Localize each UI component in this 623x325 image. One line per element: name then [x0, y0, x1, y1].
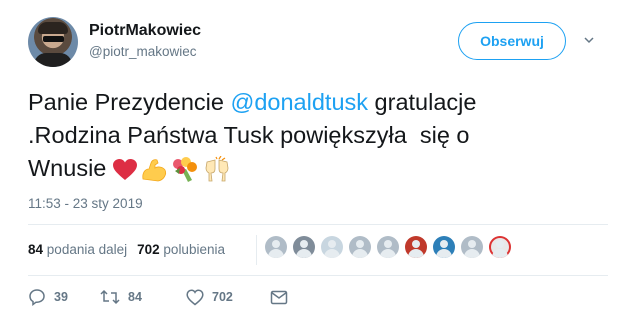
- like-count: 702: [212, 290, 233, 304]
- likers-avatar-list: [265, 236, 511, 258]
- tweet-line-1-suffix: gratulacje: [368, 89, 477, 115]
- tweet-text: Panie Prezydencie @donaldtusk gratulacje…: [28, 86, 618, 185]
- retweets-count: 84: [28, 242, 44, 257]
- tweet-line-3: Wnusie: [28, 152, 618, 185]
- clinking-glasses-icon: [205, 155, 229, 182]
- liker-avatar[interactable]: [461, 236, 483, 258]
- liker-avatar[interactable]: [321, 236, 343, 258]
- likes-label: polubienia: [163, 242, 225, 257]
- retweets-stat[interactable]: 84 podania dalej: [28, 242, 127, 257]
- retweet-count: 84: [128, 290, 142, 304]
- author-handle[interactable]: @piotr_makowiec: [89, 44, 197, 59]
- tweet-line-2: .Rodzina Państwa Tusk powiększyła się o: [28, 122, 470, 148]
- retweet-action[interactable]: 84: [100, 288, 186, 306]
- retweets-label: podania dalej: [46, 242, 128, 257]
- liker-avatar[interactable]: [349, 236, 371, 258]
- reply-count: 39: [54, 290, 68, 304]
- flexed-biceps-icon: [142, 159, 167, 182]
- liker-avatar[interactable]: [489, 236, 511, 258]
- reply-icon: [29, 289, 45, 306]
- bouquet-icon: [173, 156, 198, 182]
- reply-action[interactable]: 39: [28, 288, 100, 306]
- liker-avatar[interactable]: [293, 236, 315, 258]
- avatar-shirt: [34, 53, 72, 67]
- tweet-line-1: Panie Prezydencie @donaldtusk gratulacje: [28, 86, 618, 119]
- chevron-down-icon[interactable]: [584, 35, 594, 45]
- stats-separator: [256, 235, 257, 265]
- author-avatar[interactable]: [28, 17, 78, 67]
- heart-icon: [113, 158, 138, 180]
- divider-bottom: [28, 275, 608, 276]
- retweet-icon: [100, 289, 120, 305]
- direct-message-action[interactable]: [270, 290, 288, 305]
- engagement-stats: 84 podania dalej 702 polubienia: [28, 242, 225, 257]
- liker-avatar[interactable]: [265, 236, 287, 258]
- tweet-line-1-prefix: Panie Prezydencie: [28, 89, 231, 115]
- liker-avatar[interactable]: [377, 236, 399, 258]
- mention-link[interactable]: @donaldtusk: [230, 89, 368, 115]
- like-action[interactable]: 702: [186, 288, 270, 306]
- liker-avatar[interactable]: [405, 236, 427, 258]
- tweet-line-3-text: Wnusie: [28, 155, 107, 181]
- envelope-icon: [270, 290, 288, 304]
- divider-top: [28, 224, 608, 225]
- avatar-hair: [38, 22, 68, 34]
- likes-count: 702: [137, 242, 160, 257]
- avatar-sunglasses: [43, 36, 64, 42]
- tweet-actions: 39 84 702: [28, 288, 288, 306]
- likes-stat[interactable]: 702 polubienia: [137, 242, 225, 257]
- follow-button[interactable]: Obserwuj: [458, 22, 566, 60]
- tweet-timestamp[interactable]: 11:53 - 23 sty 2019: [28, 196, 143, 211]
- emoji-row: [112, 155, 232, 184]
- author-display-name[interactable]: PiotrMakowiec: [89, 22, 201, 40]
- like-heart-icon: [186, 288, 204, 305]
- liker-avatar[interactable]: [433, 236, 455, 258]
